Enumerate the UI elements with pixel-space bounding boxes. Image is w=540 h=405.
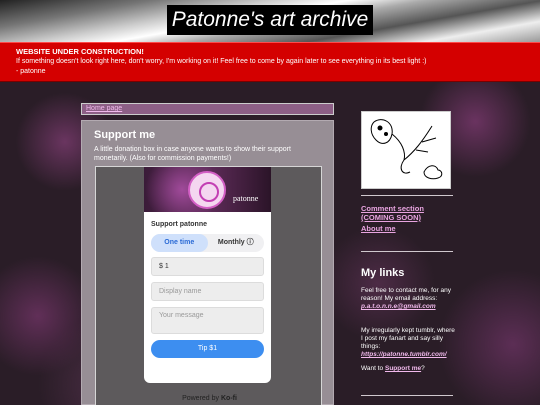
avatar bbox=[188, 171, 226, 209]
tip-button[interactable]: Tip $1 bbox=[151, 340, 264, 358]
tumblr-text: My irregularly kept tumblr, where I post… bbox=[361, 327, 456, 359]
contact-description: Feel free to contact me, for any reason!… bbox=[361, 287, 451, 302]
amount-field[interactable]: $ 1 bbox=[151, 257, 264, 276]
header-banner-image: Patonne's art archive bbox=[0, 0, 540, 42]
tumblr-link[interactable]: https://patonne.tumblr.com/ bbox=[361, 351, 447, 358]
banner-message: If something doesn't look right here, do… bbox=[16, 58, 427, 65]
kofi-widget: patonne Support patonne One time Monthly… bbox=[95, 166, 322, 405]
frequency-toggle: One time Monthly ⓘ bbox=[151, 234, 264, 252]
contact-text: Feel free to contact me, for any reason!… bbox=[361, 287, 456, 311]
monthly-option[interactable]: Monthly ⓘ bbox=[208, 234, 265, 252]
kofi-brand: Ko-fi bbox=[220, 395, 237, 402]
doodle-image bbox=[361, 111, 451, 189]
support-description: A little donation box in case anyone wan… bbox=[94, 146, 291, 162]
support-prompt: Want to Support me? bbox=[361, 365, 456, 373]
display-name-field[interactable]: Display name bbox=[151, 282, 264, 301]
home-page-link[interactable]: Home page bbox=[86, 105, 122, 112]
powered-prefix: Powered by bbox=[182, 395, 220, 402]
support-label: Support patonne bbox=[151, 221, 207, 228]
breadcrumb: Home page bbox=[81, 103, 334, 115]
powered-by-kofi[interactable]: Powered by Ko-fi bbox=[96, 395, 323, 402]
support-me-link[interactable]: Support me bbox=[385, 365, 421, 372]
site-title: Patonne's art archive bbox=[167, 5, 373, 35]
divider bbox=[361, 251, 453, 252]
kofi-donation-card: patonne Support patonne One time Monthly… bbox=[144, 167, 271, 383]
support-panel: Support me A little donation box in case… bbox=[81, 120, 334, 405]
links-heading: My links bbox=[361, 267, 405, 279]
kofi-avatar-name: patonne bbox=[233, 194, 259, 203]
divider bbox=[361, 195, 453, 196]
kofi-cover-image: patonne bbox=[144, 167, 271, 212]
doodle-sketch-icon bbox=[370, 119, 443, 180]
banner-heading: WEBSITE UNDER CONSTRUCTION! bbox=[16, 47, 144, 56]
support-prefix: Want to bbox=[361, 365, 384, 372]
construction-banner: WEBSITE UNDER CONSTRUCTION! If something… bbox=[0, 42, 540, 82]
support-suffix: ? bbox=[421, 365, 425, 372]
about-me-link[interactable]: About me bbox=[361, 224, 396, 233]
email-link[interactable]: p.a.t.o.n.n.e@gmail.com bbox=[361, 303, 436, 310]
one-time-option[interactable]: One time bbox=[151, 234, 208, 252]
tumblr-description: My irregularly kept tumblr, where I post… bbox=[361, 327, 455, 350]
comment-section-link[interactable]: Comment section (COMING SOON) bbox=[361, 204, 431, 222]
page-title: Support me bbox=[94, 129, 156, 141]
message-field[interactable]: Your message bbox=[151, 307, 264, 334]
divider bbox=[361, 395, 453, 396]
banner-signature: - patonne bbox=[16, 68, 46, 75]
